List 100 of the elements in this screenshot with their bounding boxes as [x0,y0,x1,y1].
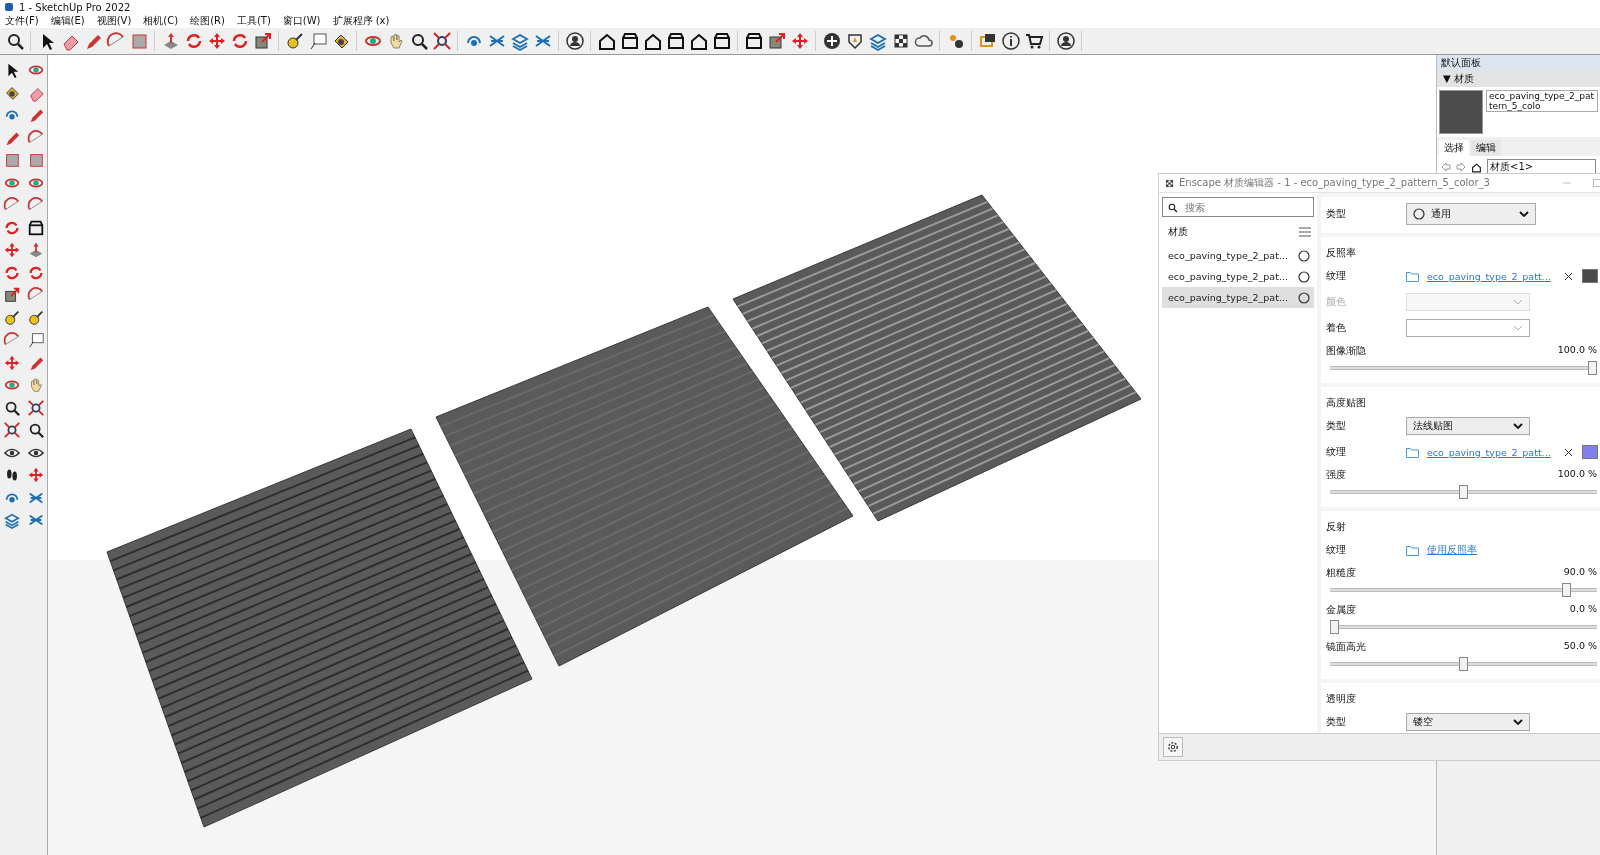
zoom-extents-icon[interactable] [27,398,45,417]
folder-icon[interactable] [1406,544,1419,556]
material-list-item[interactable]: eco_paving_type_2_pat... [1162,245,1314,266]
house-icon[interactable] [596,31,617,51]
chevron-down-icon [1513,423,1523,429]
folder-icon[interactable] [1406,446,1419,458]
scale-icon[interactable] [3,286,21,304]
close-icon[interactable] [1565,448,1572,456]
cart-icon[interactable] [1023,31,1044,51]
color-swatch[interactable] [1582,269,1598,283]
move-arrows-icon[interactable] [27,466,45,484]
menu-item[interactable]: 工具(T) [236,14,271,28]
search-icon[interactable] [27,421,45,439]
menu-item[interactable]: 视图(V) [96,14,132,28]
zoom-extents-icon[interactable] [3,421,21,439]
dropdown[interactable]: 镂空 [1406,713,1530,731]
window-title: 1 - SketchUp Pro 2022 [19,1,131,13]
circle-icon [1298,291,1310,304]
field-label: 纹理 [1326,543,1347,557]
section-header[interactable]: ▼ 材质 [1437,71,1600,87]
close-icon[interactable] [1565,272,1572,280]
house-icon[interactable] [688,31,709,51]
settings-icon [1166,740,1180,754]
slider-thumb[interactable] [1562,583,1572,597]
window-title: Enscape 材质编辑器 - 1 - eco_paving_type_2_pattern_5_color_3 [1179,176,1490,190]
material-list-item[interactable]: eco_paving_type_2_pat... [1162,287,1314,308]
slider-thumb[interactable] [1459,657,1468,671]
home-icon[interactable] [1471,161,1482,173]
menu-item[interactable]: 窗口(W) [282,14,321,28]
section-title: 透明度 [1326,692,1357,706]
layers-icon[interactable] [867,31,888,51]
tab[interactable]: 编辑 [1471,140,1501,156]
slider-value: 0.0 % [1569,603,1597,616]
slider-value: 100.0 % [1557,344,1597,357]
slider-thumb[interactable] [1459,485,1468,499]
info-icon[interactable] [1000,31,1021,51]
dropdown[interactable]: 通用 [1406,203,1536,225]
slider-value: 50.0 % [1563,640,1597,653]
rectangle-icon[interactable] [27,151,45,169]
move-arrows-icon[interactable] [3,353,21,372]
texture-link[interactable]: 使用反照率 [1427,543,1557,557]
section-title: 反照率 [1326,246,1357,260]
panel-title: 默认面板 [1437,55,1600,71]
menu-item[interactable]: 相机(C) [143,14,179,28]
search-field[interactable]: 搜索 [1162,197,1314,217]
circle-icon [1413,208,1425,220]
box-icon[interactable] [619,31,640,51]
back-arrow-icon[interactable] [1441,162,1451,172]
color-swatch[interactable] [1582,445,1598,459]
menu-item[interactable]: 文件(F) [5,14,39,28]
field-label: 粗糙度 [1326,566,1357,580]
settings-button[interactable] [1163,737,1183,757]
user-icon[interactable] [1055,31,1076,51]
layers-icon[interactable] [3,511,21,529]
text-label-icon[interactable] [27,331,45,349]
menu-icon[interactable] [1299,227,1311,237]
menu-item[interactable]: 编辑(E) [50,14,85,28]
box-icon[interactable] [711,31,732,51]
zoom-extents-icon[interactable] [431,31,452,51]
tab[interactable]: 选择 [1439,140,1469,156]
material-swatch [1439,90,1483,134]
field-label: 纹理 [1326,269,1347,283]
box-icon[interactable] [27,218,45,237]
field-label: 着色 [1326,321,1347,335]
texture-link[interactable]: eco_paving_type_2_patt... [1427,446,1557,458]
slider-value: 100.0 % [1557,468,1597,481]
field-label: 强度 [1326,468,1347,482]
tape-measure-icon[interactable] [284,31,305,51]
folder-icon[interactable] [1406,270,1419,282]
box-icon[interactable] [743,31,764,51]
user-icon[interactable] [564,31,585,51]
slider-thumb[interactable] [1330,620,1339,634]
chevron-down-icon [1513,325,1523,331]
move-arrows-icon[interactable] [3,241,21,259]
field-label: 颜色 [1326,295,1347,309]
color-dropdown[interactable] [1406,319,1530,337]
tape-measure-icon[interactable] [27,308,45,327]
push-pull-icon[interactable] [27,241,45,259]
material-list-item[interactable]: eco_paving_type_2_pat... [1162,266,1314,287]
list-title: 材质 [1168,225,1188,239]
box-icon[interactable] [665,31,686,51]
plus-circle-icon[interactable] [821,31,842,51]
chevron-down-icon [1513,299,1523,305]
texture-link[interactable]: eco_paving_type_2_patt... [1427,270,1557,282]
slider-thumb[interactable] [1588,361,1597,375]
circle-icon [1298,270,1310,283]
tape-measure-icon[interactable] [3,308,21,327]
house-icon[interactable] [642,31,663,51]
material-name-field[interactable]: eco_paving_type_2_pattern_5_colo [1486,90,1598,112]
field-label: 金属度 [1326,603,1357,617]
scale-icon[interactable] [766,31,787,51]
dropdown[interactable]: 法线贴图 [1406,417,1530,435]
menu-item[interactable]: 扩展程序 (x) [332,14,390,28]
menu-item[interactable]: 绘图(R) [190,14,225,28]
section-title: 反射 [1326,520,1347,534]
scale-icon[interactable] [252,31,273,51]
layers-icon[interactable] [509,31,530,51]
rectangle-icon[interactable] [3,151,21,169]
app-logo-icon [4,2,14,12]
forward-arrow-icon[interactable] [1456,162,1466,172]
